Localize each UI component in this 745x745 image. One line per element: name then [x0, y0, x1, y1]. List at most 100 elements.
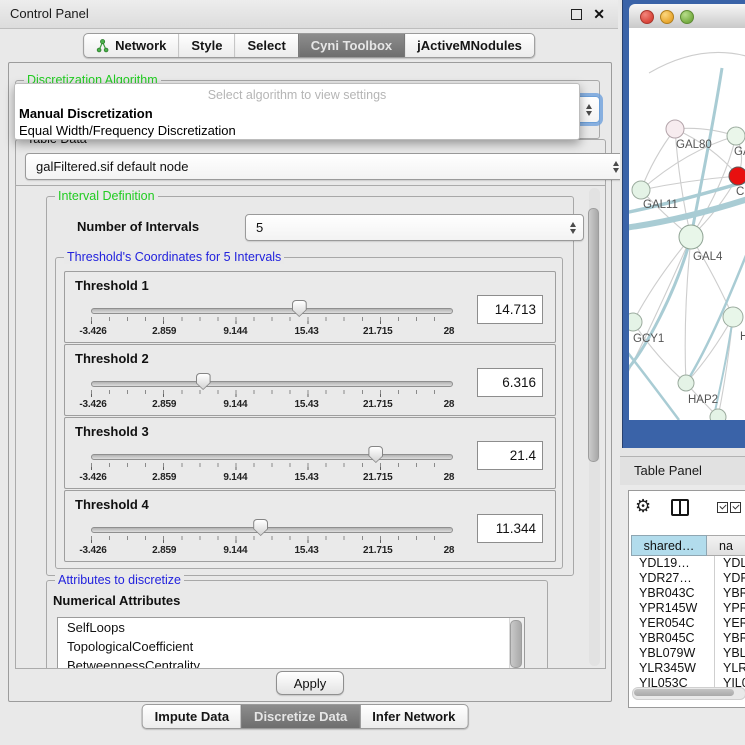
- table-panel-card: ⚙ shared… na YDL19…YDL1 YDR27…YDR2 YBR04…: [628, 490, 745, 708]
- close-icon[interactable]: ✕: [593, 5, 605, 23]
- threshold-coordinates-group: Threshold's Coordinates for 5 Intervals …: [55, 257, 563, 569]
- slider-thumb[interactable]: [368, 446, 383, 463]
- table-row[interactable]: YPR145WYPR1: [631, 601, 745, 616]
- node-label-c: C: [736, 186, 744, 198]
- top-tab-bar: Network Style Select Cyni Toolbox jActiv…: [83, 33, 535, 58]
- tab-infer-network[interactable]: Infer Network: [359, 705, 467, 728]
- threshold-2-label: Threshold 2: [75, 351, 149, 366]
- node-gcy1: [629, 313, 642, 331]
- float-window-icon[interactable]: [571, 9, 582, 20]
- network-view-window: GAL80 GA GAL11 C GAL4 GCY1 H HAP2: [622, 0, 745, 448]
- list-item[interactable]: SelfLoops: [58, 618, 524, 637]
- node-bottom: [710, 409, 726, 420]
- threshold-4-label: Threshold 4: [75, 497, 149, 512]
- node-label-hap2: HAP2: [688, 394, 718, 406]
- screen: Control Panel ✕ Network Style Select Cyn…: [0, 0, 745, 745]
- checkbox-icon[interactable]: [730, 502, 741, 513]
- checkbox-icon[interactable]: [717, 502, 728, 513]
- slider-tick-labels: -3.4262.8599.14415.4321.71528: [74, 326, 468, 337]
- table-panel-title: Table Panel: [634, 457, 702, 485]
- numerical-attributes-list[interactable]: SelfLoops TopologicalCoefficient Between…: [57, 617, 525, 669]
- list-item[interactable]: TopologicalCoefficient: [58, 637, 524, 656]
- table-data-combobox[interactable]: galFiltered.sif default node: [25, 153, 627, 180]
- threshold-3-label: Threshold 3: [75, 424, 149, 439]
- table-row[interactable]: YBL079WYBL0: [631, 646, 745, 661]
- number-of-intervals-combobox[interactable]: 5: [245, 214, 584, 241]
- traffic-light-zoom-icon[interactable]: [680, 10, 694, 24]
- apply-button[interactable]: Apply: [276, 671, 344, 695]
- node-label-gal80: GAL80: [676, 139, 712, 151]
- traffic-light-minimize-icon[interactable]: [660, 10, 674, 24]
- node-red: [729, 167, 745, 185]
- node-h: [723, 307, 743, 327]
- tab-network-label: Network: [115, 38, 166, 53]
- threshold-1-value-field[interactable]: 14.713: [477, 295, 543, 324]
- node-label-ga: GA: [734, 146, 745, 158]
- slider-track[interactable]: [91, 308, 453, 314]
- settings-scrollbar-thumb[interactable]: [588, 208, 599, 462]
- tab-style[interactable]: Style: [178, 34, 234, 57]
- node-label-gal4: GAL4: [693, 251, 722, 263]
- tab-jactivemnodules[interactable]: jActiveMNodules: [404, 34, 534, 57]
- slider-track[interactable]: [91, 454, 453, 460]
- network-canvas[interactable]: GAL80 GA GAL11 C GAL4 GCY1 H HAP2: [629, 28, 745, 420]
- node-table: shared… na YDL19…YDL1 YDR27…YDR2 YBR043C…: [631, 535, 745, 691]
- split-view-icon[interactable]: [671, 499, 689, 516]
- tab-cyni-toolbox[interactable]: Cyni Toolbox: [298, 34, 404, 57]
- interval-definition-group: Interval Definition Number of Intervals …: [46, 196, 574, 576]
- threshold-4-slider[interactable]: -3.4262.8599.14415.4321.71528: [91, 517, 451, 559]
- interval-definition-legend: Interval Definition: [55, 189, 158, 203]
- slider-minor-ticks: [91, 536, 452, 540]
- slider-thumb[interactable]: [253, 519, 268, 536]
- slider-minor-ticks: [91, 390, 452, 394]
- table-row[interactable]: YBR043CYBR0: [631, 586, 745, 601]
- dropdown-option-equal-width[interactable]: Equal Width/Frequency Discretization: [19, 123, 236, 138]
- table-row[interactable]: YBR045CYBR0: [631, 631, 745, 646]
- tab-select[interactable]: Select: [234, 34, 297, 57]
- threshold-2-slider[interactable]: -3.4262.8599.14415.4321.71528: [91, 371, 451, 413]
- table-row[interactable]: YDR27…YDR2: [631, 571, 745, 586]
- right-column: GAL80 GA GAL11 C GAL4 GCY1 H HAP2 Table …: [620, 0, 745, 745]
- table-row[interactable]: YLR345WYLR3: [631, 661, 745, 676]
- dropdown-option-manual[interactable]: Manual Discretization: [19, 106, 153, 121]
- slider-tick-labels: -3.4262.8599.14415.4321.71528: [74, 472, 468, 483]
- list-scrollbar-thumb[interactable]: [510, 620, 522, 668]
- table-row[interactable]: YER054CYER0: [631, 616, 745, 631]
- table-horizontal-scrollbar[interactable]: [632, 687, 745, 700]
- control-panel-window: Control Panel ✕ Network Style Select Cyn…: [0, 0, 618, 745]
- table-panel-body: ⚙ shared… na YDL19…YDL1 YDR27…YDR2 YBR04…: [620, 485, 745, 745]
- list-scrollbar[interactable]: [509, 618, 524, 669]
- threshold-1-label: Threshold 1: [75, 278, 149, 293]
- traffic-light-close-icon[interactable]: [640, 10, 654, 24]
- table-horizontal-scrollbar-thumb[interactable]: [634, 689, 734, 696]
- node-label-gcy1: GCY1: [633, 333, 664, 345]
- gear-icon[interactable]: ⚙: [635, 496, 651, 516]
- control-panel-titlebar: Control Panel ✕: [0, 0, 618, 29]
- slider-thumb[interactable]: [196, 373, 211, 390]
- slider-track[interactable]: [91, 527, 453, 533]
- threshold-4-value-field[interactable]: 11.344: [477, 514, 543, 543]
- network-window-titlebar: [629, 4, 745, 29]
- column-header-shared-name[interactable]: shared…: [631, 535, 707, 556]
- slider-track[interactable]: [91, 381, 453, 387]
- threshold-3-slider[interactable]: -3.4262.8599.14415.4321.71528: [91, 444, 451, 486]
- threshold-4-panel: Threshold 4 -3.4262.8599.14415.4321.7152…: [64, 490, 556, 562]
- table-data-group: Table Data galFiltered.sif default node: [15, 139, 606, 187]
- node-hap2: [678, 375, 694, 391]
- slider-minor-ticks: [91, 463, 452, 467]
- slider-thumb[interactable]: [292, 300, 307, 317]
- threshold-1-slider[interactable]: -3.4262.8599.14415.4321.71528: [91, 298, 451, 340]
- attributes-group: Attributes to discretize Numerical Attri…: [46, 580, 548, 669]
- slider-minor-ticks: [91, 317, 452, 321]
- tab-impute-data[interactable]: Impute Data: [143, 705, 241, 728]
- threshold-2-value-field[interactable]: 6.316: [477, 368, 543, 397]
- column-header-name[interactable]: na: [707, 535, 745, 556]
- node-label-h: H: [740, 331, 745, 343]
- tab-discretize-data[interactable]: Discretize Data: [241, 705, 359, 728]
- tab-network[interactable]: Network: [84, 34, 178, 57]
- table-row[interactable]: YDL19…YDL1: [631, 556, 745, 571]
- slider-tick-labels: -3.4262.8599.14415.4321.71528: [74, 399, 468, 410]
- bottom-tab-bar: Impute Data Discretize Data Infer Networ…: [142, 704, 469, 729]
- threshold-3-value-field[interactable]: 21.4: [477, 441, 543, 470]
- list-item[interactable]: BetweennessCentrality: [58, 656, 524, 669]
